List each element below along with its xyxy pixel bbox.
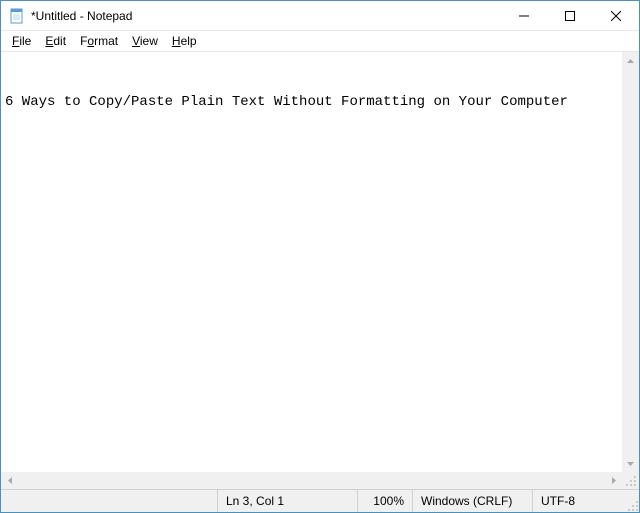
menu-edit[interactable]: Edit — [38, 32, 73, 50]
notepad-window: *Untitled - Notepad File Edit Format Vie… — [0, 0, 640, 513]
maximize-button[interactable] — [547, 1, 593, 30]
menubar: File Edit Format View Help — [1, 31, 639, 52]
scroll-up-icon[interactable] — [622, 52, 639, 69]
scroll-down-icon[interactable] — [622, 455, 639, 472]
window-title: *Untitled - Notepad — [31, 9, 501, 23]
menu-help[interactable]: Help — [165, 32, 204, 50]
text-editor[interactable] — [1, 52, 622, 472]
menu-format[interactable]: Format — [73, 32, 125, 50]
minimize-button[interactable] — [501, 1, 547, 30]
vertical-scroll-track[interactable] — [622, 69, 639, 455]
scroll-left-icon[interactable] — [1, 472, 18, 489]
menu-view[interactable]: View — [125, 32, 165, 50]
status-line-col: Ln 3, Col 1 — [217, 490, 357, 512]
status-size-grip-icon[interactable] — [622, 490, 639, 512]
scroll-right-icon[interactable] — [605, 472, 622, 489]
status-encoding: UTF-8 — [532, 490, 622, 512]
horizontal-scrollbar[interactable] — [1, 472, 622, 489]
vertical-scrollbar[interactable] — [622, 52, 639, 472]
status-zoom: 100% — [357, 490, 412, 512]
size-grip-icon[interactable] — [622, 472, 639, 489]
window-controls — [501, 1, 639, 30]
titlebar[interactable]: *Untitled - Notepad — [1, 1, 639, 31]
menu-file[interactable]: File — [5, 32, 38, 50]
status-line-ending: Windows (CRLF) — [412, 490, 532, 512]
statusbar: Ln 3, Col 1 100% Windows (CRLF) UTF-8 — [1, 489, 639, 512]
close-button[interactable] — [593, 1, 639, 30]
horizontal-scroll-row — [1, 472, 639, 489]
status-spacer — [1, 490, 217, 512]
editor-area — [1, 52, 639, 472]
notepad-app-icon — [9, 8, 25, 24]
